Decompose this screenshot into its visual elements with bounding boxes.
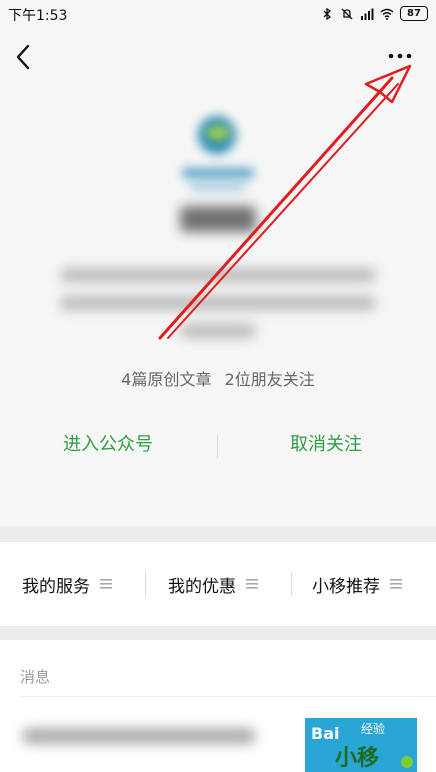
message-thumbnail[interactable]: Bai 经验 小移	[305, 718, 417, 772]
enter-account-button[interactable]: 进入公众号	[28, 430, 188, 460]
app-header	[0, 30, 436, 86]
account-description-blurred	[180, 324, 256, 338]
account-menu-bar: 我的服务 我的优惠 小移推荐	[0, 542, 436, 626]
thumbnail-sub: 经验	[361, 722, 386, 736]
status-bar: 下午1:53 87	[0, 0, 436, 30]
menu-lines-icon	[100, 579, 112, 589]
menu-label: 我的服务	[22, 576, 90, 597]
account-description-blurred	[60, 296, 376, 310]
account-actions: 进入公众号 取消关注	[0, 430, 436, 460]
menu-my-offers[interactable]: 我的优惠	[168, 542, 258, 626]
messages-divider	[20, 696, 436, 697]
account-logo	[168, 110, 268, 200]
message-title-blurred[interactable]	[22, 728, 256, 744]
thumbnail-headline: 小移	[335, 746, 380, 771]
menu-lines-icon	[246, 579, 258, 589]
menu-divider	[291, 572, 292, 596]
section-separator	[0, 526, 436, 542]
friends-following-count: 2位朋友关注	[224, 370, 315, 389]
menu-label: 小移推荐	[312, 576, 380, 597]
account-stats: 4篇原创文章 2位朋友关注	[0, 366, 436, 390]
account-name-blurred	[180, 206, 256, 232]
mute-icon	[341, 8, 353, 19]
menu-my-services[interactable]: 我的服务	[22, 542, 112, 626]
messages-section: 消息 Bai 经验 小移	[0, 640, 436, 772]
menu-lines-icon	[390, 579, 402, 589]
paw-icon	[401, 756, 413, 768]
unfollow-button[interactable]: 取消关注	[246, 430, 406, 460]
section-separator	[0, 626, 436, 640]
menu-divider	[145, 572, 146, 596]
battery-icon: 87	[400, 6, 428, 21]
signal-icon	[361, 8, 374, 20]
status-icons: 87	[320, 6, 428, 21]
actions-divider	[217, 434, 218, 458]
status-time: 下午1:53	[8, 8, 68, 24]
messages-heading: 消息	[20, 668, 51, 686]
more-dots-icon[interactable]	[386, 44, 414, 68]
menu-label: 我的优惠	[168, 576, 236, 597]
back-chevron-icon[interactable]	[12, 40, 36, 74]
wifi-icon	[380, 8, 394, 20]
bluetooth-icon	[323, 7, 332, 20]
original-articles-count: 4篇原创文章	[121, 370, 212, 389]
menu-recommendations[interactable]: 小移推荐	[312, 542, 402, 626]
account-description-blurred	[60, 268, 376, 282]
account-profile: 4篇原创文章 2位朋友关注 进入公众号 取消关注	[0, 86, 436, 526]
